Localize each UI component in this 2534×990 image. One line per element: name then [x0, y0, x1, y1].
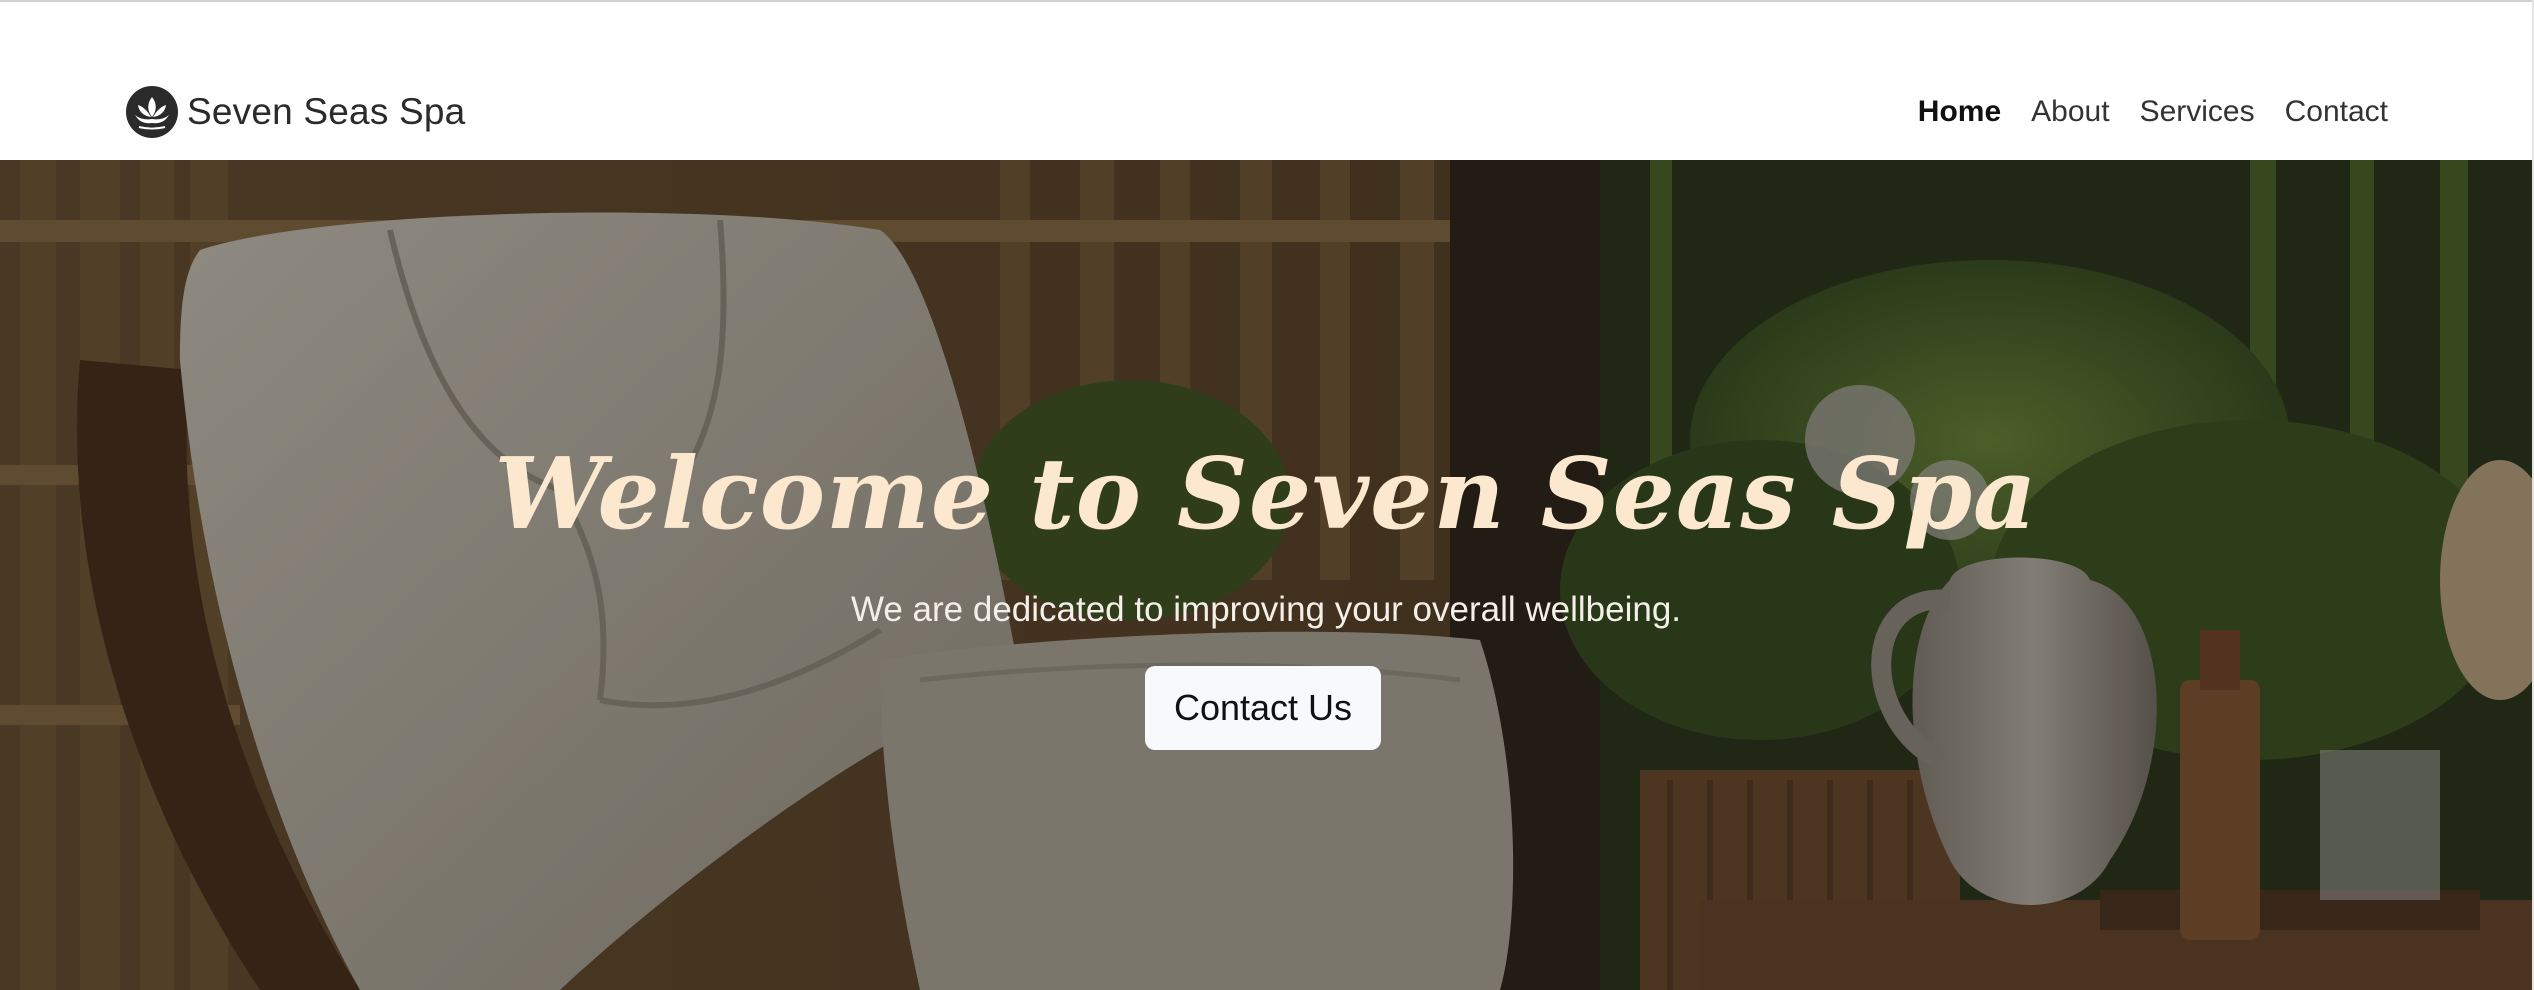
nav-link-about[interactable]: About	[2031, 95, 2109, 128]
hero-section: Welcome to Seven Seas Spa We are dedicat…	[0, 160, 2532, 990]
lotus-icon	[126, 86, 178, 138]
brand-link[interactable]: Seven Seas Spa	[125, 82, 465, 142]
nav-list: Home About Services Contact	[1918, 82, 2388, 142]
nav-item-about: About	[2031, 82, 2109, 142]
hero-subtitle: We are dedicated to improving your overa…	[850, 590, 1682, 629]
nav-item-contact: Contact	[2285, 82, 2388, 142]
nav-link-home[interactable]: Home	[1918, 95, 2001, 128]
nav-item-services: Services	[2140, 82, 2255, 142]
hero-content: Welcome to Seven Seas Spa We are dedicat…	[0, 160, 2532, 990]
nav-link-contact[interactable]: Contact	[2285, 95, 2388, 128]
contact-us-button[interactable]: Contact Us	[1145, 666, 1381, 750]
page: Seven Seas Spa Home About Services Conta…	[0, 0, 2534, 990]
nav-item-home: Home	[1918, 82, 2001, 142]
hero-title: Welcome to Seven Seas Spa	[494, 437, 2038, 552]
nav-link-services[interactable]: Services	[2140, 95, 2255, 128]
navbar: Seven Seas Spa Home About Services Conta…	[0, 2, 2534, 160]
brand-name: Seven Seas Spa	[187, 91, 466, 132]
